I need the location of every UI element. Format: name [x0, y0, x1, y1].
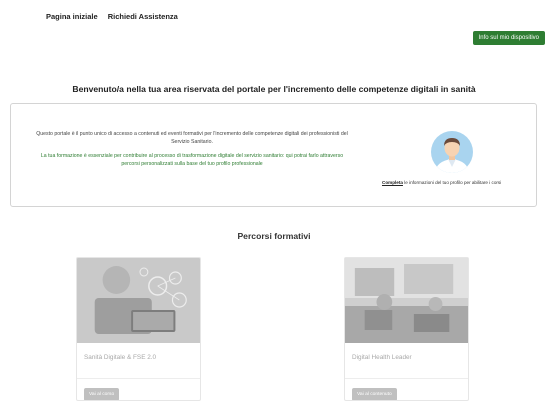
nav-home-link[interactable]: Pagina iniziale — [46, 12, 98, 21]
info-panel: Questo portale è il punto unico di acces… — [10, 103, 537, 207]
card-divider — [345, 378, 468, 379]
info-text-block: Questo portale è il punto unico di acces… — [33, 130, 351, 169]
go-to-course-button[interactable]: Vai al corso — [84, 388, 120, 400]
top-navigation: Pagina iniziale Richiedi Assistenza — [46, 12, 178, 21]
welcome-heading: Benvenuto/a nella tua area riservata del… — [72, 84, 476, 94]
section-title: Percorsi formativi — [237, 231, 311, 241]
course-card[interactable]: Digital Health Leader Vai al contenuto — [344, 257, 469, 401]
course-title: Sanità Digitale & FSE 2.0 — [84, 354, 157, 361]
training-highlight-text: La tua formazione è essenziale per contr… — [40, 152, 344, 168]
complete-profile-text: le informazioni del tuo profilo per abil… — [402, 180, 502, 185]
complete-profile-link[interactable]: Completa — [382, 180, 403, 185]
complete-profile-line: Completa le informazioni del tuo profilo… — [382, 180, 532, 185]
course-thumbnail-image — [77, 258, 200, 343]
nav-assistance-link[interactable]: Richiedi Assistenza — [108, 12, 178, 21]
device-info-button[interactable]: Info sul mio dispositivo — [472, 31, 545, 45]
user-avatar-icon — [431, 131, 473, 173]
portal-intro-text: Questo portale è il punto unico di acces… — [36, 131, 348, 146]
course-thumbnail-image — [345, 258, 468, 343]
course-card[interactable]: Sanità Digitale & FSE 2.0 Vai al corso — [76, 257, 201, 401]
card-divider — [77, 378, 200, 379]
course-title: Digital Health Leader — [352, 354, 412, 361]
go-to-content-button[interactable]: Vai al contenuto — [352, 388, 397, 400]
